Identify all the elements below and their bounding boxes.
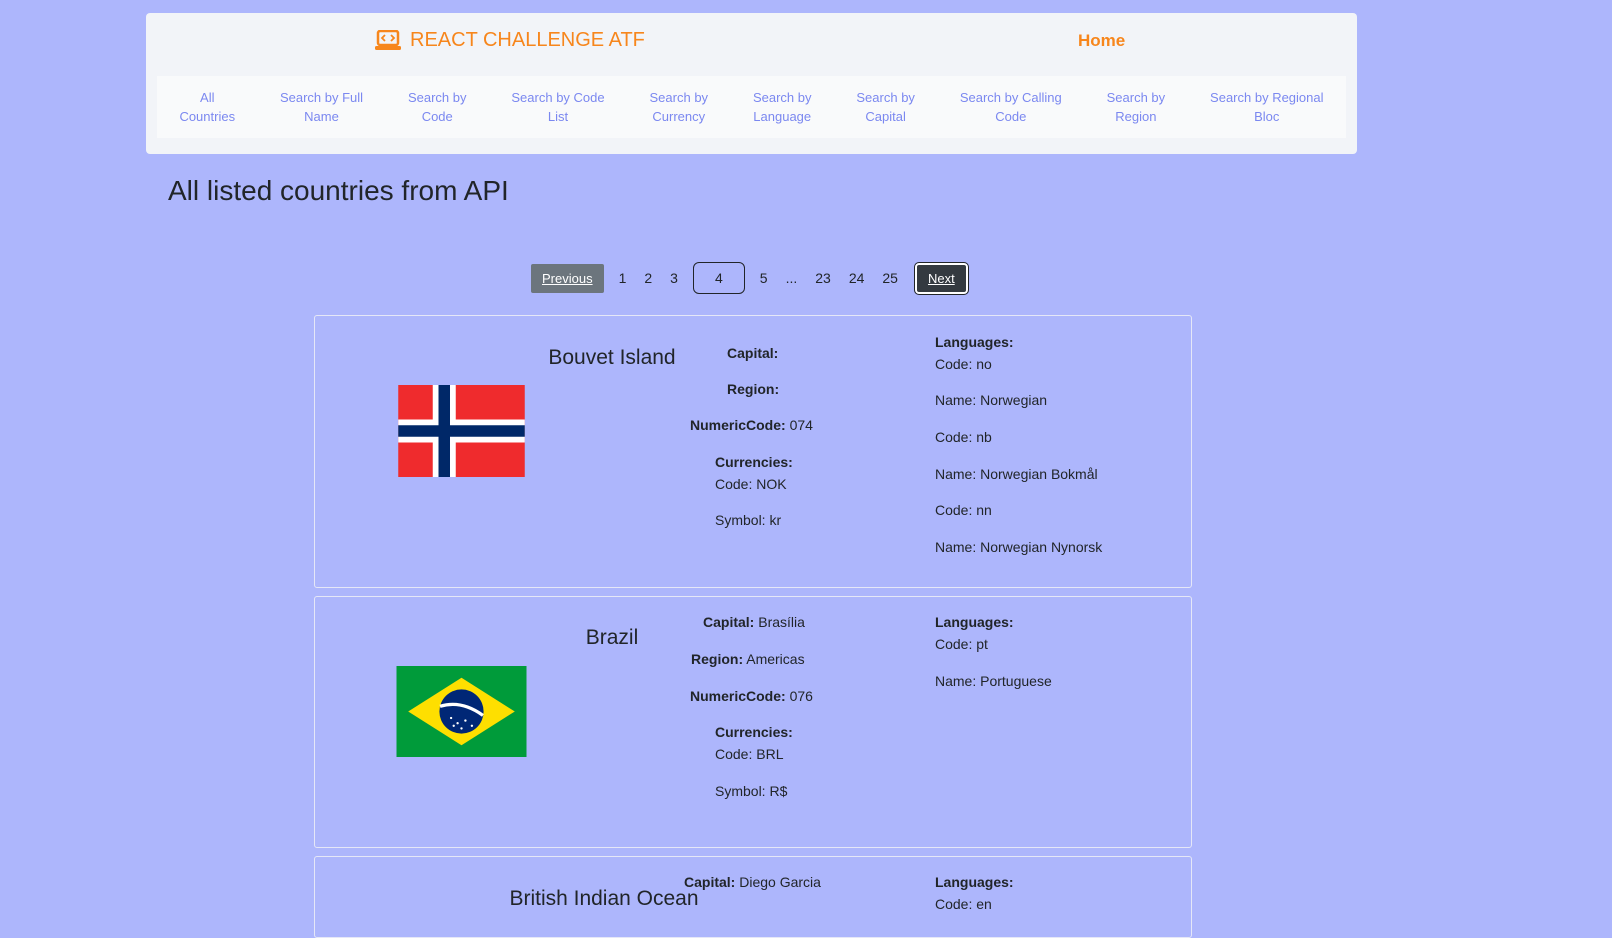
capital-label: Capital:	[727, 345, 779, 361]
languages-label: Languages:	[935, 614, 1014, 630]
capital-value: Diego Garcia	[739, 874, 821, 890]
country-name: Bouvet Island	[548, 346, 676, 369]
nav-all-countries[interactable]: All Countries	[179, 88, 235, 126]
country-card: Bouvet Island Capital: Region: NumericCo…	[314, 315, 1192, 588]
region-field: Region: Americas	[691, 651, 805, 667]
numeric-code-label: NumericCode:	[690, 417, 786, 433]
home-link[interactable]: Home	[1078, 31, 1125, 51]
previous-button[interactable]: Previous	[531, 263, 604, 293]
language-item: Name: Portuguese	[935, 673, 1052, 689]
top-navbar: REACT CHALLENGE ATF Home All Countries S…	[146, 13, 1357, 154]
region-field: Region:	[727, 381, 779, 397]
language-item: Name: Norwegian Bokmål	[935, 466, 1098, 482]
languages-label: Languages:	[935, 334, 1014, 350]
page-link-5[interactable]: 5	[753, 270, 775, 286]
language-item: Name: Norwegian	[935, 392, 1048, 408]
country-flag	[396, 666, 527, 757]
capital-field: Capital:	[727, 345, 778, 361]
country-name: British Indian Ocean	[509, 887, 699, 910]
nav-search-regional-bloc[interactable]: Search by Regional Bloc	[1210, 88, 1323, 126]
region-label: Region:	[691, 651, 744, 667]
nav-search-code[interactable]: Search by Code	[408, 88, 467, 126]
capital-label: Capital:	[703, 614, 755, 630]
language-item: Code: nn	[935, 502, 992, 518]
currency-code: Code: BRL	[715, 746, 784, 762]
page-current[interactable]: 4	[692, 262, 745, 294]
numeric-code-field: NumericCode: 074	[690, 417, 813, 433]
country-card: Brazil Capital: Brasília Region: America…	[314, 596, 1192, 848]
country-flag	[398, 385, 525, 477]
nav-search-capital[interactable]: Search by Capital	[856, 88, 915, 126]
region-label: Region:	[727, 381, 780, 397]
currencies-label: Currencies:	[715, 454, 793, 470]
languages-label: Languages:	[935, 874, 1014, 890]
numeric-code-label: NumericCode:	[690, 688, 786, 704]
numeric-code-value: 074	[789, 417, 813, 433]
currency-symbol: Symbol: R$	[715, 783, 788, 799]
language-item: Code: pt	[935, 636, 988, 652]
nav-search-full-name[interactable]: Search by Full Name	[280, 88, 363, 126]
page-link-23[interactable]: 23	[808, 270, 838, 286]
language-item: Name: Norwegian Nynorsk	[935, 539, 1103, 555]
capital-label: Capital:	[684, 874, 736, 890]
brand-title: REACT CHALLENGE ATF	[410, 29, 645, 51]
nav-search-region[interactable]: Search by Region	[1107, 88, 1166, 126]
capital-value: Brasília	[758, 614, 805, 630]
capital-field: Capital: Diego Garcia	[684, 874, 821, 890]
language-item: Code: en	[935, 896, 992, 912]
search-nav: All Countries Search by Full Name Search…	[157, 76, 1346, 138]
pagination: Previous 1 2 3 4 5 ... 23 24 25 Next	[531, 261, 969, 295]
capital-field: Capital: Brasília	[703, 614, 805, 630]
next-button[interactable]: Next	[913, 261, 969, 295]
region-value: Americas	[746, 651, 805, 667]
page-link-25[interactable]: 25	[875, 270, 905, 286]
nav-search-language[interactable]: Search by Language	[753, 88, 812, 126]
brand-link[interactable]: REACT CHALLENGE ATF	[374, 29, 645, 52]
numeric-code-field: NumericCode: 076	[690, 688, 813, 704]
currencies-label: Currencies:	[715, 724, 793, 740]
page-link-24[interactable]: 24	[842, 270, 872, 286]
page-ellipsis: ...	[785, 270, 798, 286]
laptop-code-icon	[375, 29, 401, 50]
page-link-2[interactable]: 2	[637, 270, 659, 286]
nav-search-code-list[interactable]: Search by Code List	[511, 88, 604, 126]
nav-search-calling-code[interactable]: Search by Calling Code	[960, 88, 1062, 126]
country-card: British Indian Ocean Capital: Diego Garc…	[314, 856, 1192, 938]
currency-symbol: Symbol: kr	[715, 512, 782, 528]
nav-search-currency[interactable]: Search by Currency	[650, 88, 709, 126]
page-title: All listed countries from API	[168, 175, 509, 206]
numeric-code-value: 076	[789, 688, 813, 704]
page-link-1[interactable]: 1	[612, 270, 634, 286]
language-item: Code: nb	[935, 429, 992, 445]
currency-code: Code: NOK	[715, 476, 787, 492]
page-link-3[interactable]: 3	[663, 270, 685, 286]
language-item: Code: no	[935, 356, 992, 372]
